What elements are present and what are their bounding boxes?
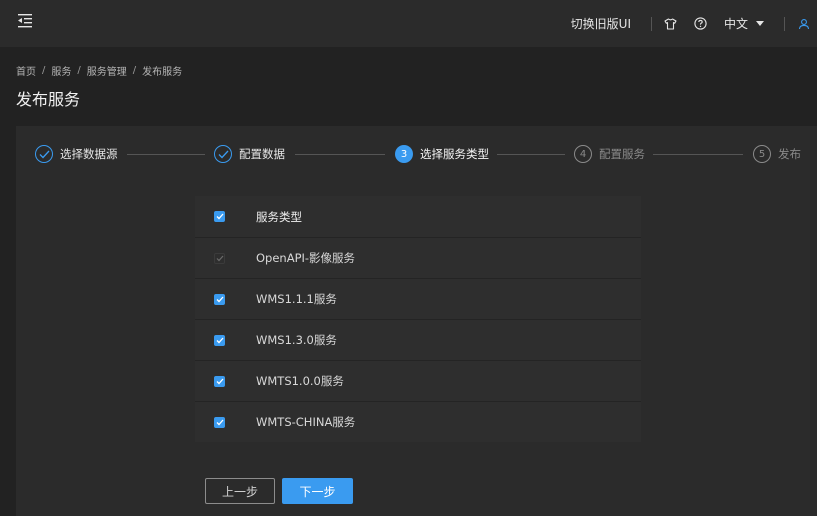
breadcrumb-service-management[interactable]: 服务管理 — [87, 63, 127, 78]
step-label: 发布 — [778, 147, 801, 161]
tshirt-icon[interactable] — [664, 17, 678, 31]
breadcrumb-separator: / — [42, 65, 46, 76]
step-connector — [295, 154, 385, 155]
breadcrumb-home[interactable]: 首页 — [16, 63, 36, 78]
breadcrumb-separator: / — [77, 65, 81, 76]
menu-fold-icon[interactable] — [16, 13, 34, 29]
step-select-data-source: 选择数据源 — [35, 145, 118, 163]
caret-down-icon — [756, 21, 764, 26]
step-connector — [127, 154, 205, 155]
user-icon[interactable] — [797, 17, 811, 31]
row-label: WMTS1.0.0服务 — [256, 374, 344, 388]
service-type-table: 服务类型 OpenAPI-影像服务 WMS1.1.1服务 WMS1.3.0服务 … — [195, 196, 641, 442]
check-circle-icon — [35, 145, 53, 163]
row-label: WMS1.3.0服务 — [256, 333, 337, 347]
step-publish: 5 发布 — [753, 145, 801, 163]
steps-bar: 选择数据源 配置数据 3 选择服务类型 4 配置服务 5 发布 — [16, 126, 817, 184]
step-label: 选择服务类型 — [420, 147, 489, 161]
previous-step-button[interactable]: 上一步 — [205, 478, 275, 504]
step-number-badge: 5 — [753, 145, 771, 163]
top-bar: 切换旧版UI 中文 — [0, 0, 817, 47]
language-selector[interactable]: 中文 — [724, 15, 764, 32]
step-label: 选择数据源 — [60, 147, 118, 161]
topbar-divider — [784, 16, 785, 31]
step-label: 配置数据 — [239, 147, 285, 161]
step-connector — [653, 154, 743, 155]
row-checkbox[interactable] — [214, 334, 225, 346]
page-title: 发布服务 — [16, 90, 81, 109]
table-header-label: 服务类型 — [256, 209, 302, 224]
table-row: WMTS1.0.0服务 — [195, 361, 641, 402]
step-configure-data: 配置数据 — [214, 145, 285, 163]
step-connector — [497, 154, 565, 155]
help-icon[interactable] — [694, 17, 708, 31]
step-label: 配置服务 — [599, 147, 645, 161]
table-header-row: 服务类型 — [195, 196, 641, 238]
switch-old-ui-link[interactable]: 切换旧版UI — [571, 15, 631, 32]
table-row: WMS1.3.0服务 — [195, 320, 641, 361]
step-select-service-type: 3 选择服务类型 — [395, 145, 489, 163]
select-all-checkbox[interactable] — [214, 211, 225, 222]
row-label: OpenAPI-影像服务 — [256, 251, 356, 265]
breadcrumb-publish-service: 发布服务 — [142, 67, 183, 78]
breadcrumb-services[interactable]: 服务 — [51, 63, 71, 78]
step-number-badge: 4 — [574, 145, 592, 163]
table-row: OpenAPI-影像服务 — [195, 238, 641, 279]
language-label: 中文 — [723, 17, 748, 31]
row-checkbox-disabled — [214, 252, 225, 264]
row-checkbox[interactable] — [214, 416, 225, 428]
main-panel: 选择数据源 配置数据 3 选择服务类型 4 配置服务 5 发布 服务类型 Ope… — [16, 126, 817, 516]
table-row: WMS1.1.1服务 — [195, 279, 641, 320]
breadcrumb: 首页 / 服务 / 服务管理 / 发布服务 — [16, 63, 182, 78]
topbar-divider — [650, 16, 652, 31]
table-row: WMTS-CHINA服务 — [195, 402, 641, 442]
check-circle-icon — [214, 145, 232, 163]
breadcrumb-separator: / — [132, 65, 137, 76]
row-checkbox[interactable] — [214, 375, 225, 387]
step-configure-service: 4 配置服务 — [574, 145, 645, 163]
row-label: WMS1.1.1服务 — [256, 292, 337, 306]
step-number-badge: 3 — [395, 145, 413, 163]
next-step-button[interactable]: 下一步 — [282, 478, 353, 504]
row-checkbox[interactable] — [214, 293, 225, 305]
row-label: WMTS-CHINA服务 — [256, 415, 356, 429]
